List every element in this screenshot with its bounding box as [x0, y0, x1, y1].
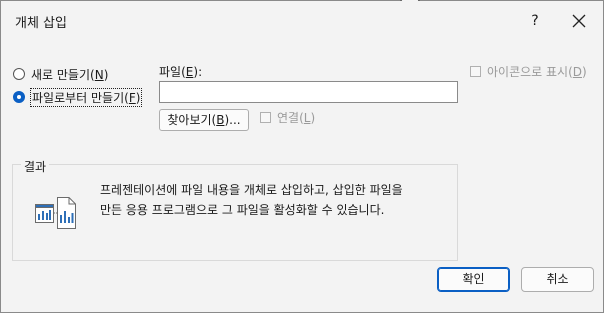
result-group-title: 결과 — [21, 158, 50, 175]
result-description: 프레젠테이션에 파일 내용을 개체로 삽입하고, 삽입한 파일을 만든 응용 프… — [100, 180, 440, 220]
create-from-file-label: 파일로부터 만들기(F) — [29, 87, 143, 107]
display-as-icon-checkbox-box[interactable] — [470, 65, 481, 77]
cancel-button[interactable]: 취소 — [521, 267, 594, 292]
dialog-title: 개체 삽입 — [15, 16, 67, 31]
result-description-line-2: 만든 응용 프로그램으로 그 파일을 활성화할 수 있습니다. — [100, 203, 385, 217]
create-new-radio-indicator[interactable] — [13, 68, 25, 80]
link-checkbox-box[interactable] — [260, 111, 271, 123]
file-field-label: 파일(E): — [159, 65, 203, 79]
embedded-object-icon — [35, 197, 77, 232]
link-checkbox[interactable]: 연결(L) — [260, 109, 315, 125]
create-new-radio[interactable]: 새로 만들기(N) — [13, 65, 108, 83]
link-label: 연결(L) — [277, 110, 316, 125]
insert-object-dialog: 개체 삽입 ? 새로 만들기(N) 파일로부터 만들기(F) 파일(E): 찾아… — [0, 0, 604, 313]
help-icon: ? — [531, 13, 539, 29]
ok-button[interactable]: 확인 — [437, 267, 510, 292]
close-icon — [572, 14, 586, 28]
create-from-file-radio[interactable]: 파일로부터 만들기(F) — [13, 87, 143, 107]
help-button[interactable]: ? — [522, 8, 548, 34]
display-as-icon-label: 아이콘으로 표시(D) — [487, 64, 587, 79]
close-button[interactable] — [566, 8, 592, 34]
browse-button[interactable]: 찾아보기(B)... — [159, 109, 249, 131]
create-new-label: 새로 만들기(N) — [31, 67, 109, 82]
result-description-line-1: 프레젠테이션에 파일 내용을 개체로 삽입하고, 삽입한 파일을 — [100, 183, 403, 197]
title-bar: 개체 삽입 ? — [1, 1, 603, 41]
file-path-input[interactable] — [159, 81, 458, 103]
create-from-file-radio-indicator[interactable] — [13, 91, 25, 103]
display-as-icon-checkbox[interactable]: 아이콘으로 표시(D) — [470, 63, 587, 79]
